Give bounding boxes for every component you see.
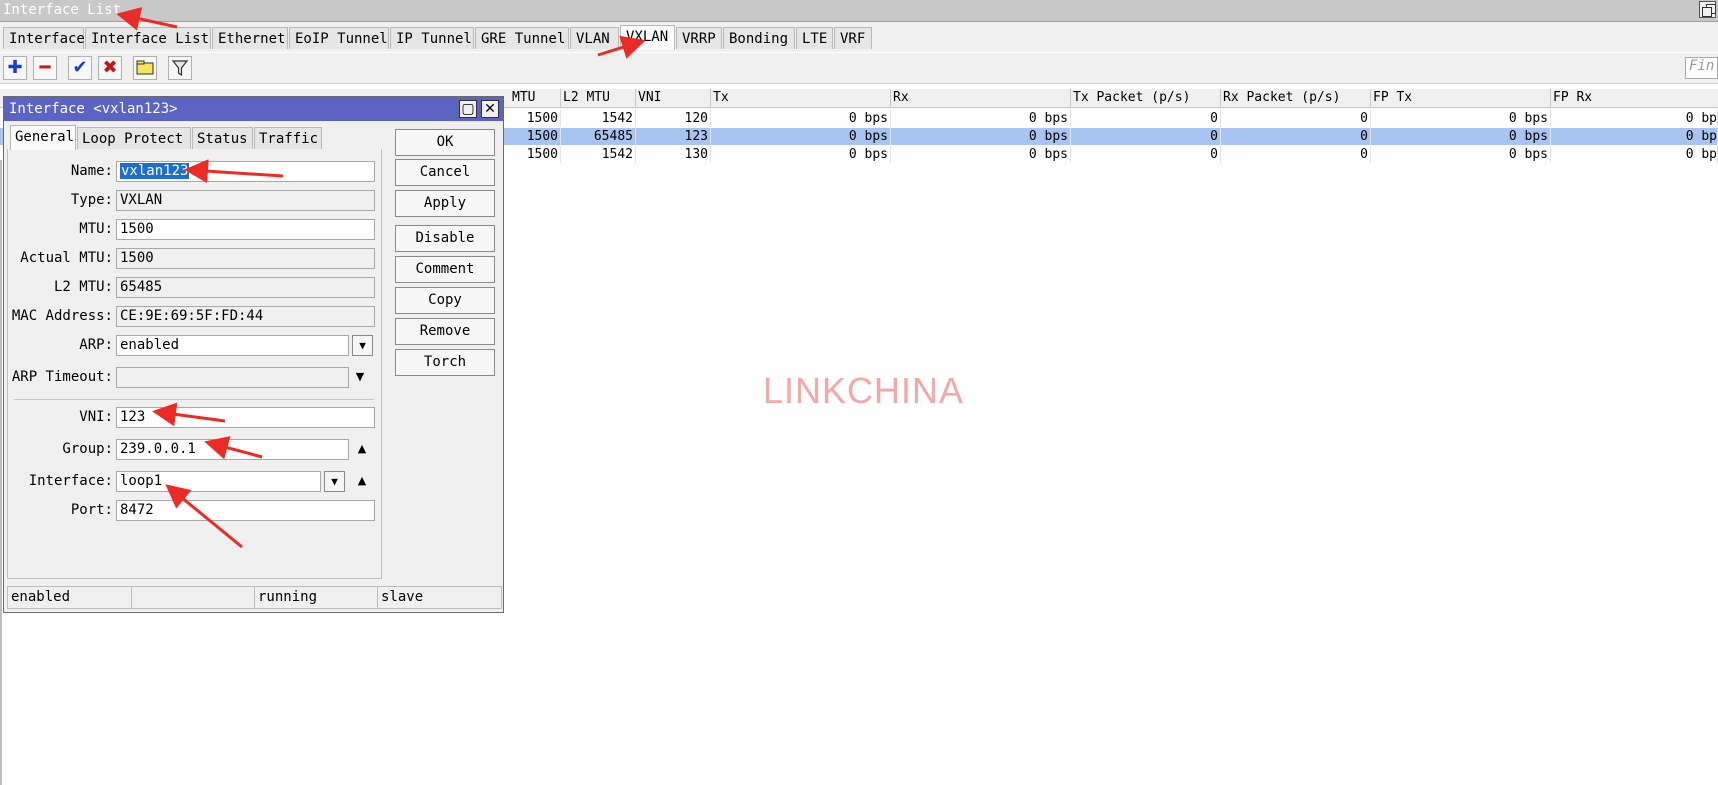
annotation-arrow-interface [165, 484, 243, 549]
annotation-arrow-title [116, 7, 178, 31]
annotation-arrow-name [184, 159, 284, 184]
annotation-arrow-vxlan-tab [597, 35, 646, 59]
annotation-arrows [116, 7, 646, 549]
annotation-arrow-vni [152, 402, 226, 427]
annotation-arrow-group [204, 436, 263, 460]
